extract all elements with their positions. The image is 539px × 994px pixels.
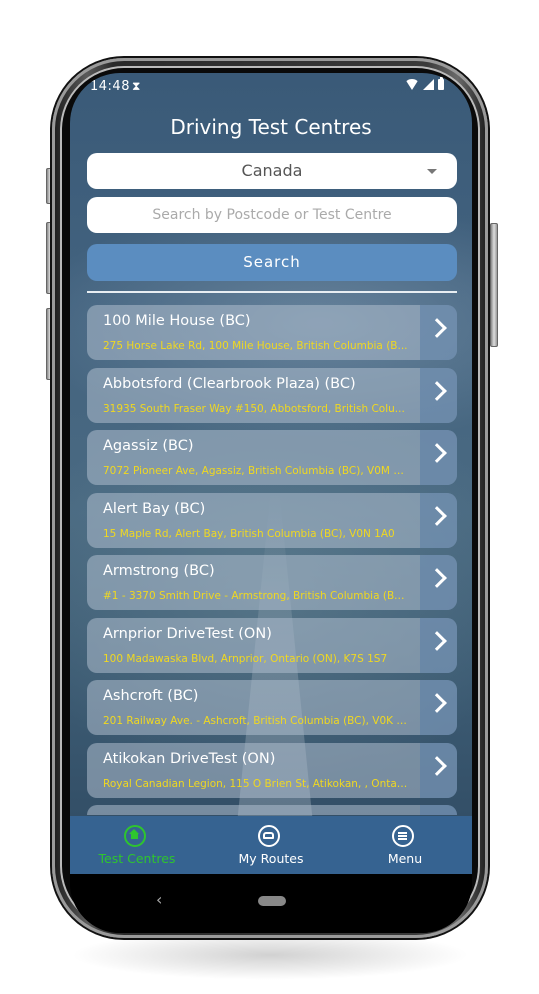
tab-label: My Routes	[238, 851, 304, 866]
centre-address: 201 Railway Ave. - Ashcroft, British Col…	[103, 715, 408, 727]
tab-test-centres[interactable]: Test Centres	[70, 816, 204, 874]
list-item[interactable]: Atikokan DriveTest (ON) Royal Canadian L…	[87, 742, 457, 798]
list-item[interactable]: Abbotsford (Clearbrook Plaza) (BC) 31935…	[87, 367, 457, 423]
search-input[interactable]	[87, 197, 457, 233]
centre-address: 15 Maple Rd, Alert Bay, British Columbia…	[103, 527, 395, 540]
list-item[interactable]: Alert Bay (BC) 15 Maple Rd, Alert Bay, B…	[87, 492, 457, 548]
wifi-icon	[405, 79, 419, 90]
status-time: 14:48	[90, 79, 130, 94]
centre-name: Alert Bay (BC)	[103, 500, 206, 517]
chevron-right-icon[interactable]	[420, 305, 457, 360]
tab-menu[interactable]: Menu	[338, 816, 472, 874]
list-item[interactable]: Arnprior DriveTest (ON) 100 Madawaska Bl…	[87, 617, 457, 673]
country-select-value: Canada	[241, 161, 303, 180]
centre-name: Atikokan DriveTest (ON)	[103, 750, 276, 767]
list-item[interactable]: Ashcroft (BC) 201 Railway Ave. - Ashcrof…	[87, 680, 457, 735]
centre-name: Arnprior DriveTest (ON)	[103, 625, 272, 642]
centre-name: Armstrong (BC)	[103, 563, 215, 579]
home-icon	[124, 825, 146, 847]
list-item[interactable]: 100 Mile House (BC) 275 Horse Lake Rd, 1…	[87, 305, 457, 360]
home-pill-button[interactable]	[258, 896, 286, 906]
chevron-right-icon[interactable]	[420, 492, 457, 548]
tab-label: Test Centres	[98, 851, 176, 866]
chevron-right-icon[interactable]	[420, 430, 457, 485]
country-select[interactable]: Canada	[87, 153, 457, 189]
centre-address: 31935 South Fraser Way #150, Abbotsford,…	[103, 402, 405, 415]
app-screen: 14:48 ⧗ Driving Test Centres Canada Sear…	[70, 73, 472, 933]
centre-list[interactable]: 100 Mile House (BC) 275 Horse Lake Rd, 1…	[87, 305, 457, 823]
chevron-right-icon[interactable]	[420, 805, 457, 815]
tab-label: Menu	[387, 851, 423, 866]
battery-icon	[438, 77, 444, 90]
hourglass-icon: ⧗	[132, 79, 141, 93]
car-icon	[258, 825, 280, 847]
list-item[interactable]: Armstrong (BC) #1 - 3370 Smith Drive - A…	[87, 555, 457, 610]
chevron-down-icon	[427, 169, 437, 174]
centre-address: Royal Canadian Legion, 115 O Brien St, A…	[103, 777, 408, 790]
centre-address: 275 Horse Lake Rd, 100 Mile House, Briti…	[103, 340, 408, 352]
page-title: Driving Test Centres	[170, 115, 372, 139]
list-item[interactable]: Agassiz (BC) 7072 Pioneer Ave, Agassiz, …	[87, 430, 457, 485]
chevron-right-icon[interactable]	[420, 680, 457, 735]
chevron-right-icon[interactable]	[420, 617, 457, 673]
list-item-partial[interactable]	[87, 805, 457, 815]
centre-name: 100 Mile House (BC)	[103, 313, 251, 329]
phone-side-button	[490, 223, 498, 347]
tab-my-routes[interactable]: My Routes	[204, 816, 338, 874]
chevron-right-icon[interactable]	[420, 555, 457, 610]
search-button[interactable]: Search	[87, 244, 457, 281]
centre-name: Abbotsford (Clearbrook Plaza) (BC)	[103, 375, 356, 392]
centre-name: Ashcroft (BC)	[103, 688, 199, 704]
bottom-tab-bar: Test Centres My Routes Menu	[70, 816, 472, 874]
status-bar: 14:48 ⧗	[70, 73, 472, 103]
chevron-right-icon[interactable]	[420, 742, 457, 798]
centre-address: #1 - 3370 Smith Drive - Armstrong, Briti…	[103, 590, 408, 602]
back-icon[interactable]: ‹	[156, 890, 162, 909]
system-nav-bar: ‹	[70, 874, 472, 933]
centre-address: 100 Madawaska Blvd, Arnprior, Ontario (O…	[103, 652, 388, 665]
centre-name: Agassiz (BC)	[103, 438, 194, 454]
divider	[87, 291, 457, 293]
centre-address: 7072 Pioneer Ave, Agassiz, British Colum…	[103, 465, 408, 477]
signal-icon	[423, 79, 434, 90]
chevron-right-icon[interactable]	[420, 367, 457, 423]
menu-icon	[392, 825, 414, 847]
